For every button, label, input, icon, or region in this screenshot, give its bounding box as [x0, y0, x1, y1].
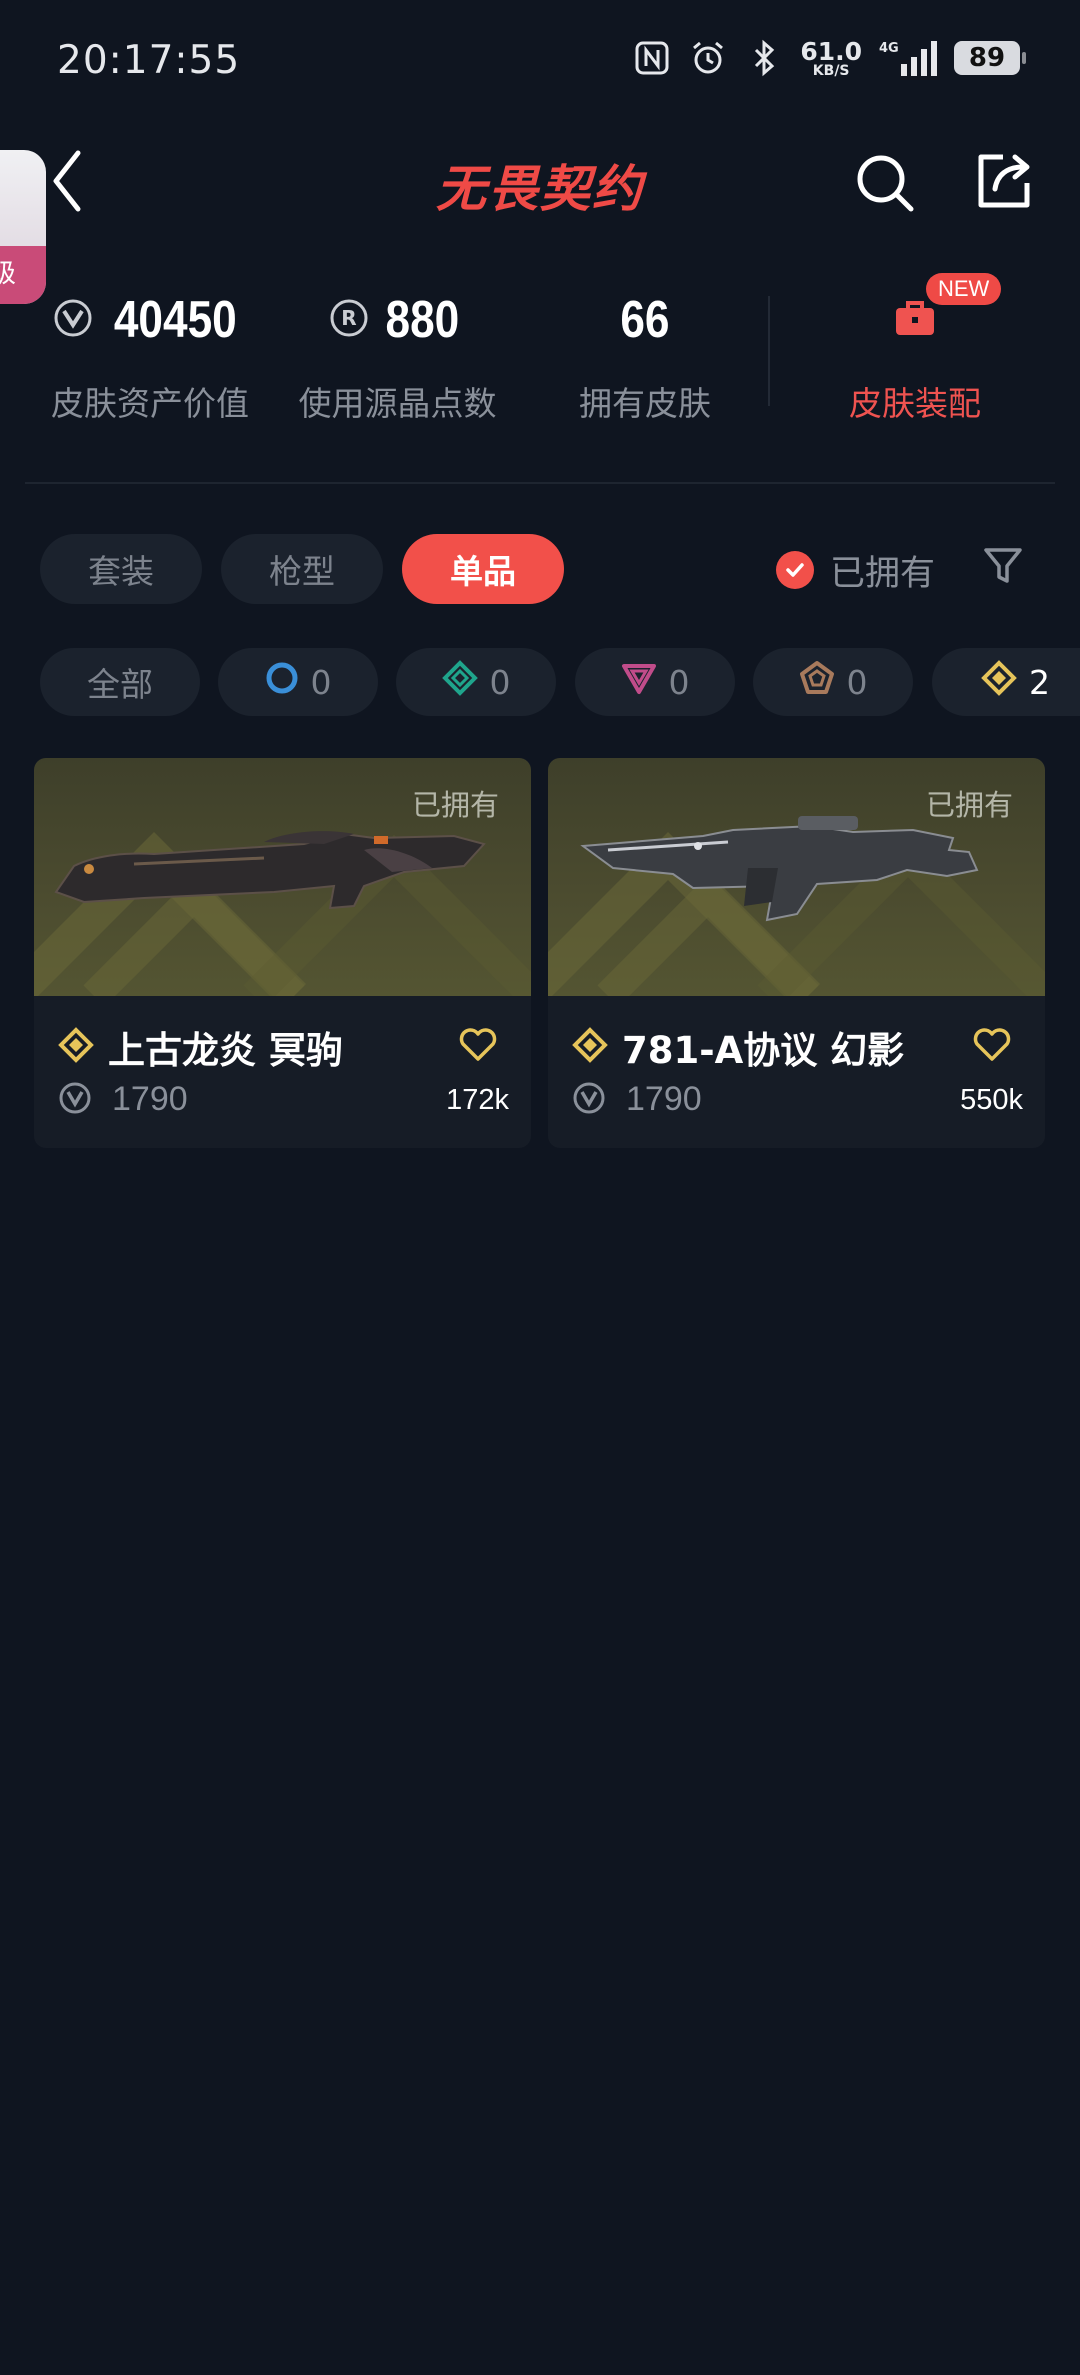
owned-filter-toggle[interactable]: 已拥有: [776, 540, 935, 600]
skin-equip-button[interactable]: NEW 皮肤装配: [830, 273, 1002, 425]
premium-tier-icon: [621, 660, 657, 704]
price-row: 1790: [572, 1080, 702, 1119]
chip-label: 全部: [87, 665, 153, 704]
chip-count: 0: [668, 662, 690, 702]
stat-value: 880: [385, 291, 460, 349]
ultra-tier-icon: [799, 660, 835, 704]
skin-name: 上古龙炎 冥驹: [108, 1029, 343, 1072]
chip-count: 0: [310, 662, 332, 702]
stat-label: 拥有皮肤: [579, 384, 711, 423]
stat-value: 66: [620, 291, 670, 349]
skin-price: 1790: [112, 1080, 188, 1118]
filter-button[interactable]: [975, 540, 1031, 596]
exclusive-tier-icon: [572, 1027, 608, 1067]
status-icons: 61.0 KB/S 4G 89: [632, 38, 1026, 78]
share-icon: [973, 151, 1033, 215]
section-divider: [25, 482, 1055, 484]
stat-label: 皮肤资产价值: [51, 384, 249, 423]
valorant-point-icon: [53, 298, 93, 342]
exclusive-tier-icon: [981, 660, 1017, 704]
app-logo: 无畏契约: [420, 150, 660, 220]
tab-single-item[interactable]: 单品: [402, 534, 564, 604]
chip-count: 2: [1029, 662, 1050, 702]
owned-tag: 已拥有: [411, 788, 499, 822]
like-count: 550k: [960, 1084, 1023, 1116]
skin-image: 已拥有: [34, 758, 531, 996]
checkmark-icon: [776, 551, 814, 589]
select-tier-icon: [265, 661, 299, 703]
net-speed: 61.0 KB/S: [800, 39, 862, 78]
rarity-chip-exclusive[interactable]: 2: [932, 648, 1080, 716]
equip-label: 皮肤装配: [849, 384, 981, 423]
skin-name-row: 781-A协议 幻影: [572, 1020, 904, 1074]
stats-divider: [768, 296, 770, 406]
status-bar: 20:17:55 61.0 KB/S 4G 89: [0, 0, 1080, 125]
skin-name-row: 上古龙炎 冥驹: [58, 1020, 343, 1074]
signal-icon: 4G: [878, 38, 938, 78]
like-count: 172k: [446, 1084, 509, 1116]
skin-card[interactable]: 已拥有 上古龙炎 冥驹 1790 172k: [34, 758, 531, 1148]
network-type: 4G: [879, 41, 899, 56]
logo-text: 无畏契约: [436, 160, 644, 218]
nfc-icon: [632, 38, 672, 78]
radianite-icon: R: [329, 298, 369, 342]
tab-set[interactable]: 套装: [40, 534, 202, 604]
back-button[interactable]: [38, 148, 98, 218]
toolbox-icon: [893, 298, 937, 342]
net-speed-unit: KB/S: [812, 62, 850, 79]
owned-filter-label: 已拥有: [830, 553, 936, 594]
stat-value: 40450: [113, 291, 237, 349]
stat-label: 使用源晶点数: [298, 384, 497, 423]
battery-icon: 89: [954, 41, 1026, 75]
deluxe-tier-icon: [441, 660, 478, 704]
stat-radianite: R 880 使用源晶点数: [290, 285, 505, 425]
rarity-chip-select[interactable]: 0: [218, 648, 378, 716]
stat-asset-value: 40450 皮肤资产价值: [40, 285, 260, 425]
filter-icon: [982, 545, 1024, 591]
owned-tag: 已拥有: [925, 788, 1013, 822]
stat-owned-skins: 66 拥有皮肤: [560, 285, 730, 425]
exclusive-tier-icon: [58, 1027, 94, 1067]
net-speed-value: 61.0: [800, 36, 862, 66]
valorant-point-icon: [58, 1081, 92, 1119]
share-button[interactable]: [968, 148, 1038, 218]
bluetooth-icon: [744, 38, 784, 78]
rarity-chip-ultra[interactable]: 0: [753, 648, 913, 716]
price-row: 1790: [58, 1080, 188, 1119]
search-button[interactable]: [850, 150, 920, 220]
alarm-icon: [688, 38, 728, 78]
chip-count: 0: [846, 662, 868, 702]
new-badge: NEW: [926, 273, 1002, 305]
search-icon: [855, 153, 915, 217]
chip-count: 0: [489, 662, 511, 702]
back-icon: [48, 149, 88, 217]
skin-name: 781-A协议 幻影: [622, 1029, 905, 1072]
rarity-chip-premium[interactable]: 0: [575, 648, 735, 716]
rarity-chip-deluxe[interactable]: 0: [396, 648, 556, 716]
rarity-chip-all[interactable]: 全部: [40, 648, 200, 716]
svg-text:R: R: [341, 306, 356, 330]
skin-image: 已拥有: [548, 758, 1045, 996]
favorite-heart-icon[interactable]: [971, 1023, 1013, 1065]
favorite-heart-icon[interactable]: [457, 1023, 499, 1065]
skin-card[interactable]: 已拥有 781-A协议 幻影 1790 550k: [548, 758, 1045, 1148]
tab-weapon-type[interactable]: 枪型: [221, 534, 383, 604]
valorant-point-icon: [572, 1081, 606, 1119]
skin-price: 1790: [626, 1080, 702, 1118]
status-time: 20:17:55: [57, 38, 241, 83]
